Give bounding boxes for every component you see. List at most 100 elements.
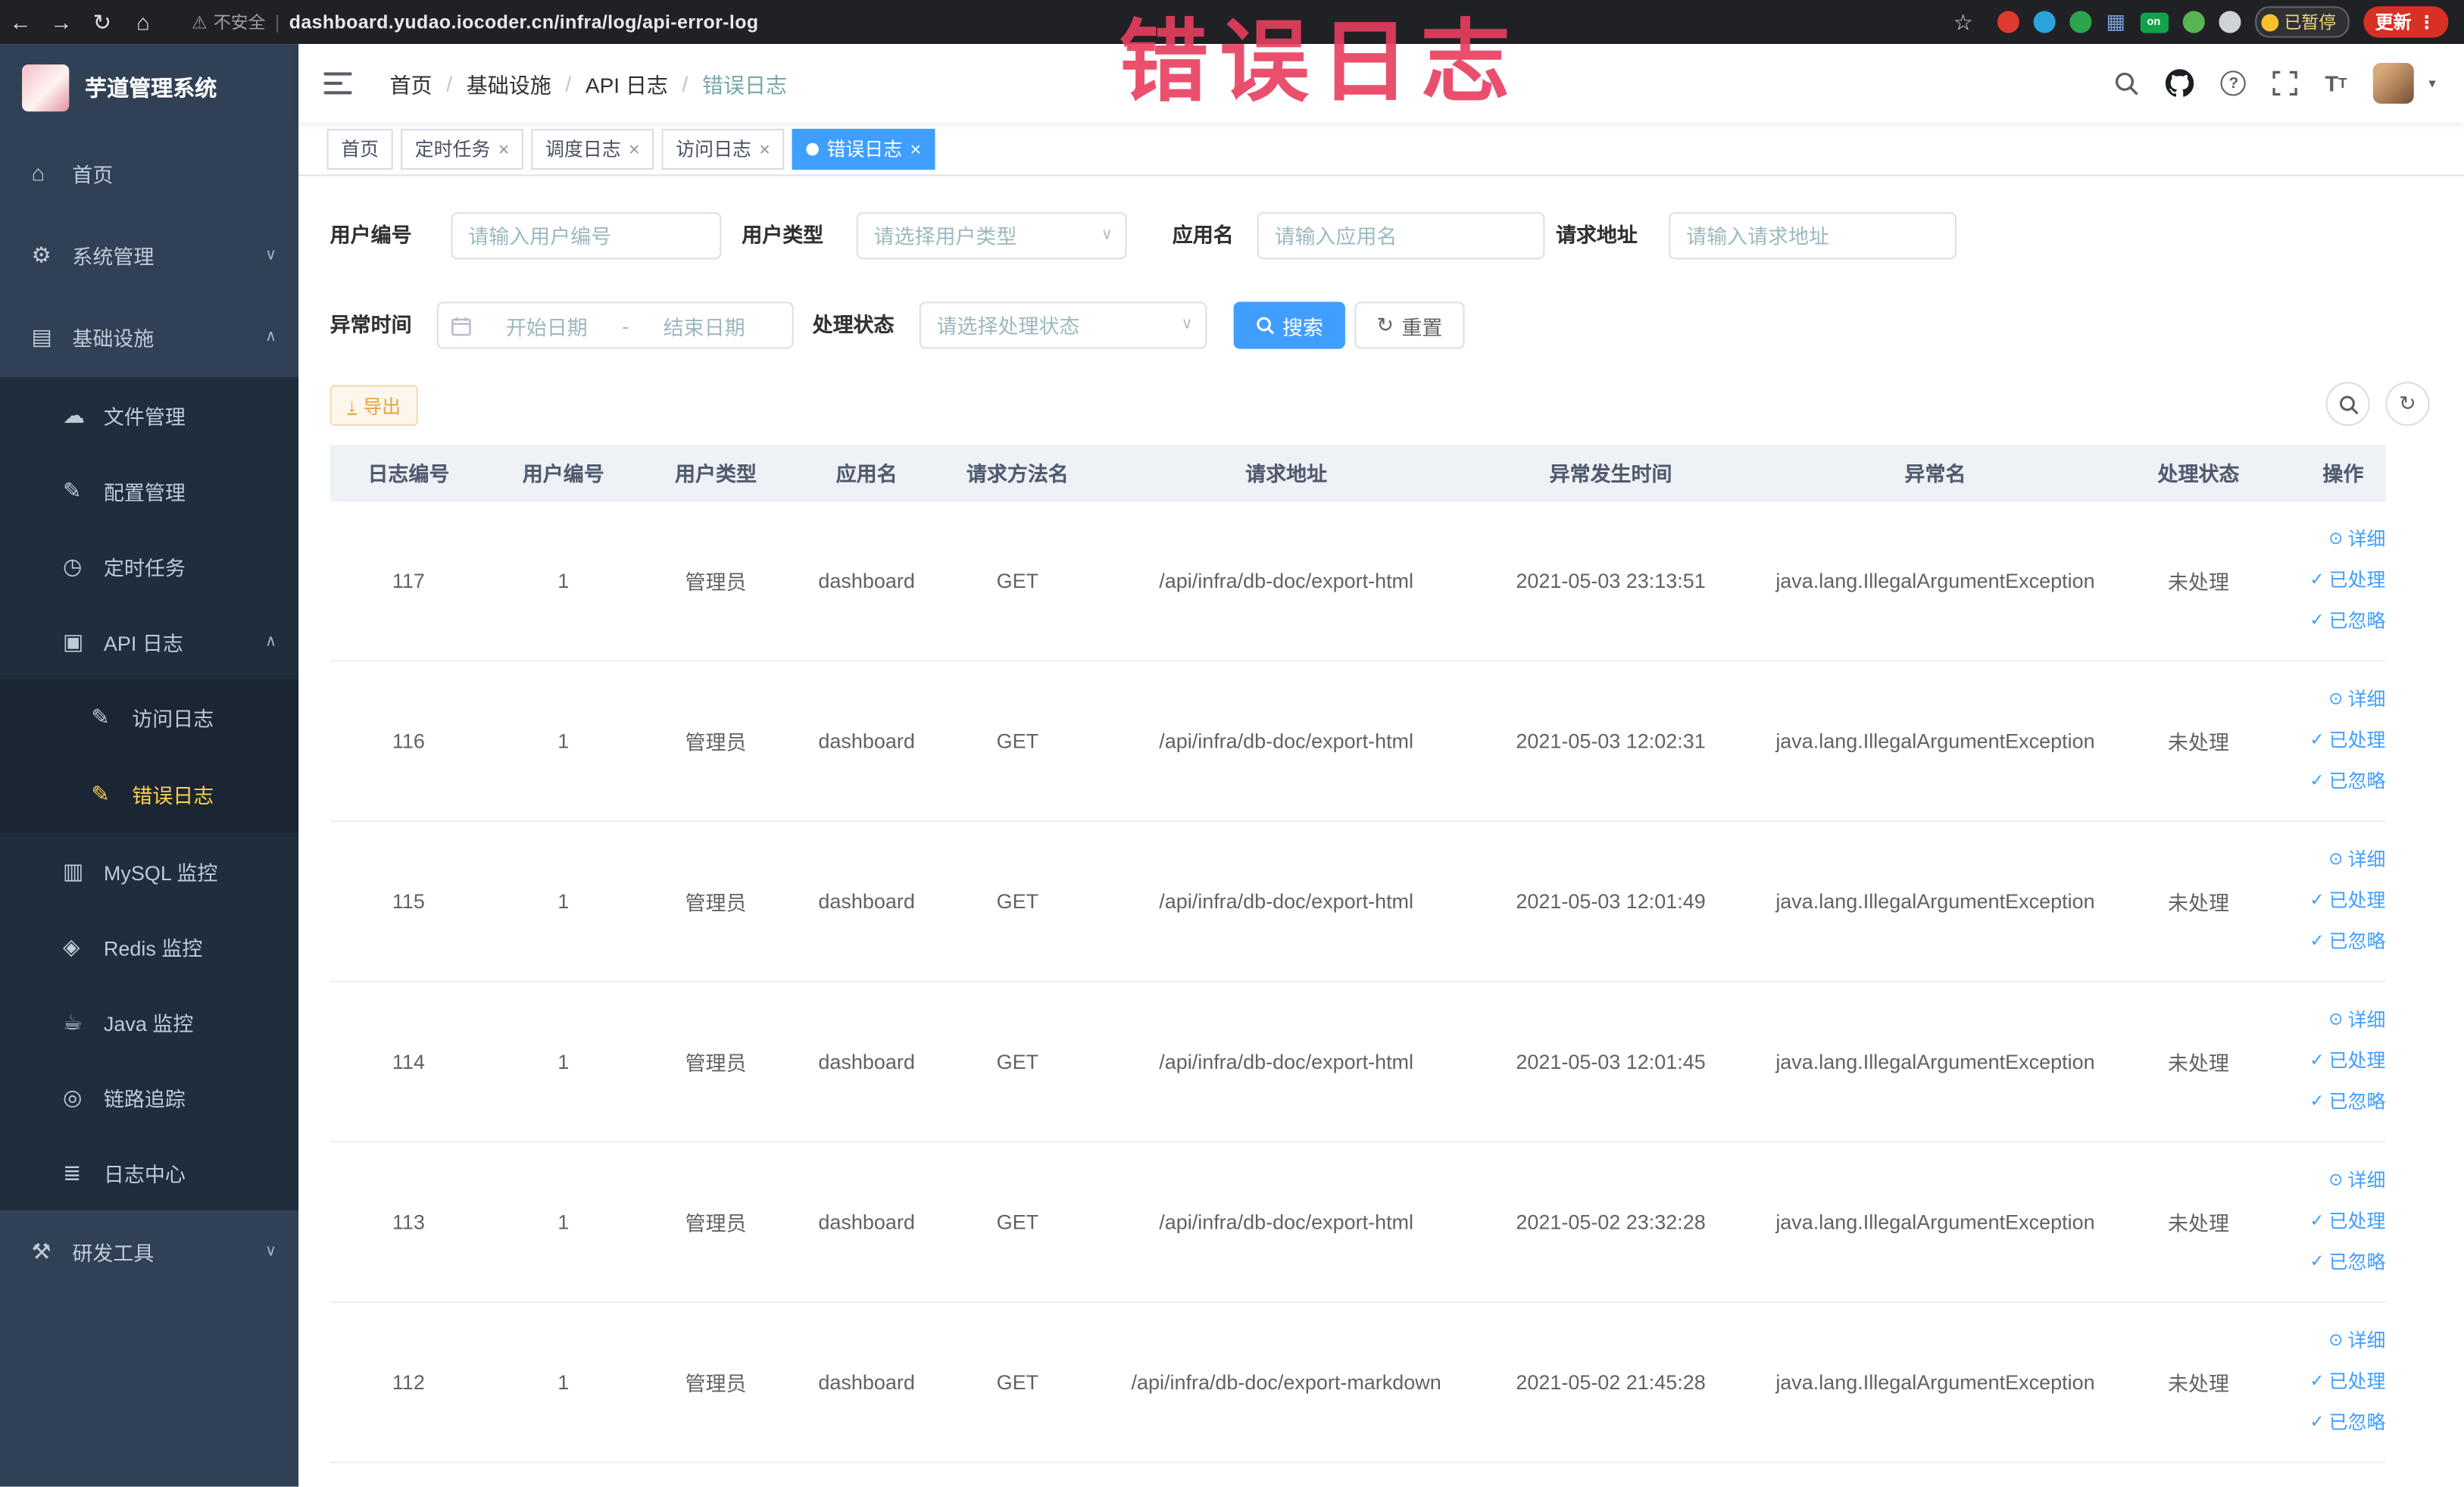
app-name-input[interactable] — [1257, 212, 1545, 260]
mark-ignored-link[interactable]: ✓ 已忽略 — [2309, 1242, 2385, 1282]
eye-icon: ⊙ — [2328, 850, 2344, 870]
sidebar-item-error-log[interactable]: ✎ 错误日志 — [0, 755, 299, 833]
tab-dispatch-log[interactable]: 调度日志 × — [531, 128, 654, 170]
sidebar-item-log-center[interactable]: ≣ 日志中心 — [0, 1135, 298, 1211]
request-url-input[interactable] — [1669, 212, 1957, 260]
forward-icon[interactable]: → — [41, 9, 82, 34]
detail-link[interactable]: ⊙ 详细 — [2328, 1000, 2385, 1041]
breadcrumb-api-logs[interactable]: API 日志 — [586, 67, 668, 98]
ext-paw-icon[interactable] — [2218, 11, 2241, 33]
ext-on-badge-icon[interactable]: on — [2139, 11, 2169, 33]
sidebar-item-api-logs[interactable]: ▣ API 日志 ∧ — [0, 604, 298, 679]
sidebar-item-access-log[interactable]: ✎ 访问日志 — [0, 679, 299, 756]
bookmark-star-icon[interactable]: ☆ — [1943, 8, 1984, 35]
app-logo[interactable]: 芋道管理系统 — [0, 44, 298, 132]
tab-scheduled-tasks[interactable]: 定时任务 × — [401, 128, 523, 170]
mark-processed-link[interactable]: ✓ 已处理 — [2309, 720, 2385, 761]
sidebar-item-trace[interactable]: ◎ 链路追踪 — [0, 1059, 298, 1135]
url-text[interactable]: dashboard.yudao.iocoder.cn/infra/log/api… — [289, 11, 759, 33]
range-start-placeholder[interactable]: 开始日期 — [471, 311, 622, 340]
sidebar-item-config-management[interactable]: ✎ 配置管理 — [0, 453, 298, 529]
mark-ignored-link[interactable]: ✓ 已忽略 — [2309, 761, 2385, 801]
reset-button[interactable]: ↻ 重置 — [1354, 301, 1465, 349]
search-button[interactable]: 搜索 — [1233, 301, 1345, 349]
close-icon[interactable]: × — [759, 138, 770, 160]
tab-access-log[interactable]: 访问日志 × — [661, 128, 785, 170]
sidebar-item-mysql-monitor[interactable]: ▥ MySQL 监控 — [0, 833, 298, 909]
sidebar-item-java-monitor[interactable]: ☕ Java 监控 — [0, 984, 298, 1060]
tab-error-log[interactable]: 错误日志 × — [792, 128, 935, 170]
detail-link[interactable]: ⊙ 详细 — [2328, 1160, 2385, 1201]
mark-processed-link[interactable]: ✓ 已处理 — [2309, 560, 2385, 601]
ext-grid-icon[interactable]: ▦ — [2106, 9, 2126, 34]
sidebar-item-system-management[interactable]: ⚙ 系统管理 ∨ — [0, 214, 298, 295]
mark-processed-link[interactable]: ✓ 已处理 — [2309, 880, 2385, 921]
sidebar-item-scheduled-tasks[interactable]: ◷ 定时任务 — [0, 528, 298, 604]
sidebar-item-dev-tools[interactable]: ⚒ 研发工具 ∨ — [0, 1211, 298, 1292]
tab-label: 首页 — [341, 138, 379, 161]
mark-processed-link[interactable]: ✓ 已处理 — [2309, 1040, 2385, 1081]
browser-home-icon[interactable]: ⌂ — [123, 9, 164, 34]
breadcrumb-infrastructure[interactable]: 基础设施 — [467, 67, 551, 98]
detail-link[interactable]: ⊙ 详细 — [2328, 519, 2385, 560]
user-avatar[interactable] — [2373, 62, 2415, 104]
address-bar[interactable]: ⚠ 不安全 | dashboard.yudao.iocoder.cn/infra… — [192, 9, 758, 34]
refresh-table-button[interactable]: ↻ — [2385, 382, 2430, 426]
status-select[interactable]: ∨ — [919, 301, 1207, 349]
help-icon[interactable]: ? — [2221, 70, 2247, 96]
detail-link[interactable]: ⊙ 详细 — [2328, 1320, 2385, 1361]
reload-icon[interactable]: ↻ — [82, 8, 123, 35]
detail-label: 详细 — [2347, 528, 2386, 551]
target-icon: ◎ — [62, 1083, 83, 1109]
detail-link[interactable]: ⊙ 详细 — [2328, 679, 2385, 720]
fullscreen-icon[interactable] — [2273, 70, 2298, 96]
tab-label: 定时任务 — [414, 138, 491, 161]
ext-red-circle-icon[interactable] — [1997, 11, 2020, 33]
mark-ignored-link[interactable]: ✓ 已忽略 — [2309, 1081, 2385, 1122]
github-icon[interactable] — [2166, 69, 2195, 97]
breadcrumb-home[interactable]: 首页 — [390, 67, 433, 98]
close-icon[interactable]: × — [498, 138, 510, 160]
cell-exception: java.lang.IllegalArgumentException — [1742, 820, 2128, 982]
mark-ignored-link[interactable]: ✓ 已忽略 — [2309, 1402, 2385, 1443]
font-size-icon[interactable]: TT — [2325, 70, 2347, 95]
hamburger-icon[interactable] — [323, 72, 352, 95]
search-icon[interactable] — [2114, 70, 2139, 95]
close-icon[interactable]: × — [910, 138, 922, 160]
update-label: 更新 — [2375, 14, 2412, 33]
user-id-input[interactable] — [451, 212, 722, 260]
ext-blue-drop-icon[interactable] — [2034, 11, 2056, 33]
detail-label: 详细 — [2347, 1169, 2386, 1192]
mark-ignored-link[interactable]: ✓ 已忽略 — [2309, 601, 2385, 642]
sidebar-item-infrastructure[interactable]: ▤ 基础设施 ∧ — [0, 295, 298, 377]
chevron-up-icon: ∧ — [264, 327, 277, 345]
not-secure-warning[interactable]: ⚠ 不安全 — [192, 9, 265, 34]
detail-link[interactable]: ⊙ 详细 — [2328, 839, 2385, 880]
mark-processed-link[interactable]: ✓ 已处理 — [2309, 1361, 2385, 1402]
range-end-placeholder[interactable]: 结束日期 — [629, 311, 779, 340]
browser-menu-icon[interactable]: ⋮ — [2418, 11, 2436, 33]
browser-update-button[interactable]: 更新 ⋮ — [2363, 6, 2449, 38]
sidebar-item-file-management[interactable]: ☁ 文件管理 — [0, 377, 298, 453]
tab-home[interactable]: 首页 — [326, 128, 393, 170]
ext-leaf-icon[interactable] — [2181, 11, 2204, 33]
refresh-icon: ↻ — [2399, 391, 2416, 415]
chevron-down-icon: ∨ — [264, 1242, 277, 1260]
paused-badge[interactable]: 已暂停 — [2254, 6, 2349, 38]
processed-label: 已处理 — [2328, 1210, 2386, 1232]
close-icon[interactable]: × — [629, 138, 640, 160]
back-icon[interactable]: ← — [0, 9, 41, 34]
check-icon: ✓ — [2309, 570, 2325, 590]
user-type-select[interactable]: ∨ — [856, 212, 1127, 260]
sidebar-item-home[interactable]: ⌂ 首页 — [0, 132, 298, 214]
user-type-select-input[interactable] — [856, 212, 1127, 260]
ext-green-circle-icon[interactable] — [2069, 11, 2092, 33]
toggle-search-button[interactable] — [2325, 382, 2370, 426]
export-button[interactable]: ↓ 导出 — [329, 385, 418, 426]
caret-down-icon[interactable]: ▾ — [2428, 75, 2435, 92]
mark-processed-link[interactable]: ✓ 已处理 — [2309, 1201, 2385, 1242]
mark-ignored-link[interactable]: ✓ 已忽略 — [2309, 921, 2385, 962]
exception-time-range-picker[interactable]: 开始日期 - 结束日期 — [436, 301, 794, 349]
sidebar-item-redis-monitor[interactable]: ◈ Redis 监控 — [0, 908, 298, 984]
status-select-input[interactable] — [919, 301, 1207, 349]
